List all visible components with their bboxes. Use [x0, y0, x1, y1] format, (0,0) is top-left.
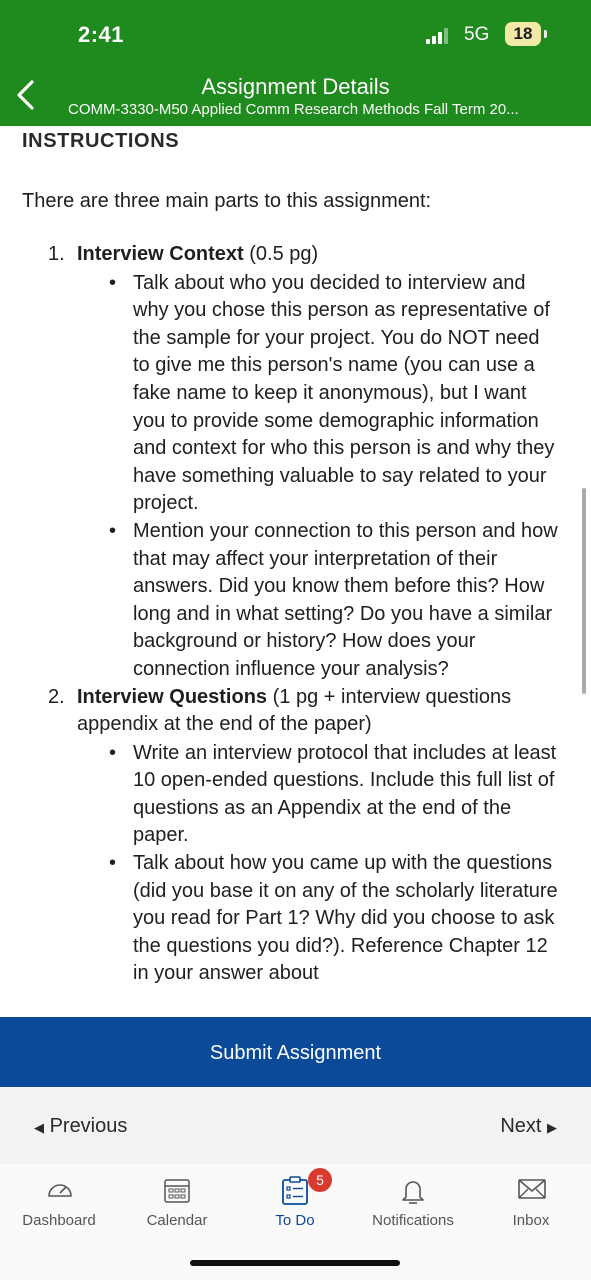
- bullet-dot-icon: •: [109, 741, 117, 764]
- bell-icon: [402, 1181, 424, 1204]
- part-number: 2.: [48, 685, 65, 708]
- assignment-content[interactable]: INSTRUCTIONS There are three main parts …: [0, 126, 591, 1017]
- tab-label: Inbox: [512, 1212, 550, 1229]
- pager-bar: ◀ Previous Next ▶: [0, 1087, 591, 1164]
- previous-label: Previous: [49, 1115, 128, 1137]
- part-bullets: • Write an interview protocol that inclu…: [0, 740, 580, 988]
- dashboard-icon: [48, 1184, 72, 1197]
- status-bar: 2:41 5G 18: [0, 18, 591, 54]
- battery-icon: [544, 30, 547, 38]
- tab-label: Dashboard: [22, 1212, 96, 1229]
- triangle-right-icon: ▶: [547, 1120, 557, 1135]
- course-subtitle: COMM-3330-M50 Applied Comm Research Meth…: [68, 101, 519, 118]
- instructions-heading: INSTRUCTIONS: [22, 130, 180, 152]
- part-bullets: • Talk about who you decided to intervie…: [0, 270, 580, 684]
- bullet-item: • Mention your connection to this person…: [56, 518, 580, 684]
- bullet-dot-icon: •: [109, 852, 117, 875]
- previous-button[interactable]: ◀ Previous: [34, 1115, 127, 1138]
- status-time: 2:41: [78, 22, 125, 47]
- bullet-item: • Talk about how you came up with the qu…: [56, 850, 580, 988]
- part-meta: (0.5 pg): [243, 243, 319, 265]
- signal-icon: [426, 28, 448, 44]
- next-label: Next: [500, 1115, 542, 1137]
- intro-text: There are three main parts to this assig…: [22, 190, 432, 212]
- bullet-item: • Talk about who you decided to intervie…: [56, 270, 580, 518]
- submit-assignment-button[interactable]: Submit Assignment: [0, 1017, 591, 1087]
- network-type: 5G: [464, 24, 490, 45]
- triangle-left-icon: ◀: [34, 1120, 44, 1135]
- parts-list: 1. Interview Context (0.5 pg) • Talk abo…: [0, 241, 580, 988]
- battery-level: 18: [505, 22, 541, 46]
- tab-todo[interactable]: To Do: [236, 1164, 354, 1244]
- scrollbar[interactable]: [582, 488, 586, 694]
- page-title: Assignment Details: [201, 74, 390, 99]
- bullet-dot-icon: •: [109, 271, 117, 294]
- part-title: Interview Context: [77, 243, 244, 265]
- app-header: 2:41 5G 18 Assignment Details COMM-3330-…: [0, 0, 591, 126]
- bullet-dot-icon: •: [109, 519, 117, 542]
- calendar-icon: [164, 1179, 190, 1203]
- bullet-item: • Write an interview protocol that inclu…: [56, 740, 580, 850]
- bullet-text: Mention your connection to this person a…: [133, 519, 558, 680]
- next-button[interactable]: Next ▶: [500, 1115, 557, 1138]
- part-title: Interview Questions: [77, 685, 268, 708]
- tab-label: Notifications: [372, 1212, 454, 1229]
- home-indicator[interactable]: [190, 1260, 400, 1266]
- bullet-text: Write an interview protocol that include…: [133, 741, 557, 847]
- tab-label: To Do: [275, 1212, 315, 1229]
- todo-icon: [282, 1176, 308, 1205]
- bullet-text: Talk about who you decided to interview …: [133, 271, 555, 515]
- tab-notifications[interactable]: Notifications: [354, 1164, 472, 1244]
- tab-inbox[interactable]: Inbox: [472, 1164, 590, 1244]
- part-number: 1.: [48, 243, 65, 265]
- todo-count-badge: 5: [308, 1168, 332, 1192]
- part-item: 2. Interview Questions (1 pg + interview…: [0, 684, 570, 739]
- inbox-icon: [518, 1179, 546, 1199]
- bullet-text: Talk about how you came up with the ques…: [133, 852, 558, 985]
- tab-label: Calendar: [146, 1212, 208, 1229]
- part-item: 1. Interview Context (0.5 pg): [0, 241, 580, 269]
- tab-calendar[interactable]: Calendar: [118, 1164, 236, 1244]
- tab-dashboard[interactable]: Dashboard: [0, 1164, 118, 1244]
